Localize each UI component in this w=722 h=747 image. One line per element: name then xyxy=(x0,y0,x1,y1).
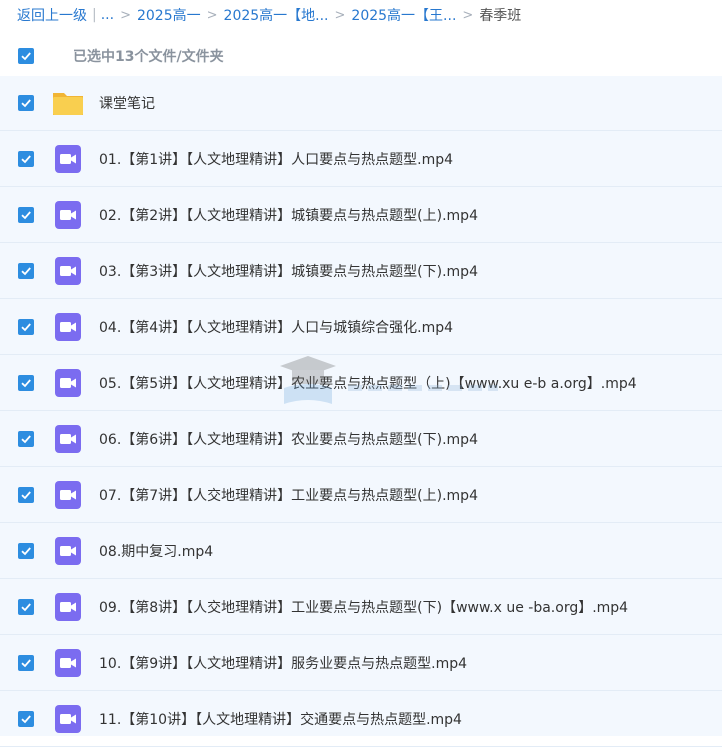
file-name[interactable]: 04.【第4讲】【人文地理精讲】人口与城镇综合强化.mp4 xyxy=(99,317,453,337)
row-checkbox[interactable] xyxy=(18,207,34,223)
selection-count: 已选中13个文件/文件夹 xyxy=(73,49,224,65)
row-checkbox[interactable] xyxy=(18,95,34,111)
folder-icon xyxy=(52,87,84,119)
breadcrumb-current: 春季班 xyxy=(479,8,522,24)
video-icon xyxy=(52,311,84,343)
row-checkbox[interactable] xyxy=(18,263,34,279)
video-icon xyxy=(52,535,84,567)
chevron-right-icon: > xyxy=(120,7,131,23)
video-icon xyxy=(52,143,84,175)
row-checkbox[interactable] xyxy=(18,375,34,391)
breadcrumb-divider: | xyxy=(92,7,97,23)
video-icon xyxy=(52,703,84,735)
chevron-right-icon: > xyxy=(206,7,218,23)
breadcrumb-item-3[interactable]: 2025高一【王... xyxy=(351,5,456,25)
file-name[interactable]: 05.【第5讲】【人文地理精讲】农业要点与热点题型（上)【www.xu e-b … xyxy=(99,373,637,393)
row-checkbox[interactable] xyxy=(18,151,34,167)
row-checkbox[interactable] xyxy=(18,431,34,447)
file-row[interactable]: 03.【第3讲】【人文地理精讲】城镇要点与热点题型(下).mp4 xyxy=(0,244,722,299)
row-checkbox[interactable] xyxy=(18,655,34,671)
file-name[interactable]: 08.期中复习.mp4 xyxy=(99,541,213,561)
file-name[interactable]: 01.【第1讲】【人文地理精讲】人口要点与热点题型.mp4 xyxy=(99,149,453,169)
file-row[interactable]: 02.【第2讲】【人文地理精讲】城镇要点与热点题型(上).mp4 xyxy=(0,188,722,243)
file-row[interactable]: 06.【第6讲】【人文地理精讲】农业要点与热点题型(下).mp4 xyxy=(0,412,722,467)
file-row[interactable]: 04.【第4讲】【人文地理精讲】人口与城镇综合强化.mp4 xyxy=(0,300,722,355)
chevron-right-icon: > xyxy=(334,7,346,23)
file-row[interactable]: 01.【第1讲】【人文地理精讲】人口要点与热点题型.mp4 xyxy=(0,132,722,187)
folder-row[interactable]: 课堂笔记 xyxy=(0,76,722,131)
file-name[interactable]: 10.【第9讲】【人文地理精讲】服务业要点与热点题型.mp4 xyxy=(99,653,467,673)
check-icon xyxy=(21,52,31,61)
file-name[interactable]: 11.【第10讲】【人文地理精讲】交通要点与热点题型.mp4 xyxy=(99,709,462,729)
file-name[interactable]: 09.【第8讲】【人交地理精讲】工业要点与热点题型(下)【www.x ue -b… xyxy=(99,597,628,617)
file-name[interactable]: 03.【第3讲】【人文地理精讲】城镇要点与热点题型(下).mp4 xyxy=(99,261,478,281)
file-row[interactable]: 11.【第10讲】【人文地理精讲】交通要点与热点题型.mp4 xyxy=(0,692,722,747)
file-row[interactable]: 10.【第9讲】【人文地理精讲】服务业要点与热点题型.mp4 xyxy=(0,636,722,691)
file-name[interactable]: 02.【第2讲】【人文地理精讲】城镇要点与热点题型(上).mp4 xyxy=(99,205,478,225)
file-row[interactable]: 05.【第5讲】【人文地理精讲】农业要点与热点题型（上)【www.xu e-b … xyxy=(0,356,722,411)
file-name[interactable]: 06.【第6讲】【人文地理精讲】农业要点与热点题型(下).mp4 xyxy=(99,429,478,449)
video-icon xyxy=(52,255,84,287)
file-list: 课堂笔记 01.【第1讲】【人文地理精讲】人口要点与热点题型.mp4 02.【第2讲… xyxy=(0,76,722,747)
selection-bar: 已选中13个文件/文件夹 xyxy=(0,38,722,74)
breadcrumb-item-1[interactable]: 2025高一 xyxy=(137,5,201,25)
video-icon xyxy=(52,199,84,231)
file-row[interactable]: 08.期中复习.mp4 xyxy=(0,524,722,579)
file-row[interactable]: 09.【第8讲】【人交地理精讲】工业要点与热点题型(下)【www.x ue -b… xyxy=(0,580,722,635)
breadcrumb-item-2[interactable]: 2025高一【地... xyxy=(224,5,329,25)
file-name[interactable]: 07.【第7讲】【人交地理精讲】工业要点与热点题型(上).mp4 xyxy=(99,485,478,505)
row-checkbox[interactable] xyxy=(18,599,34,615)
breadcrumb-ellipsis[interactable]: ... xyxy=(101,7,114,23)
chevron-right-icon: > xyxy=(462,7,474,23)
video-icon xyxy=(52,367,84,399)
video-icon xyxy=(52,647,84,679)
video-icon xyxy=(52,479,84,511)
row-checkbox[interactable] xyxy=(18,543,34,559)
breadcrumb: 返回上一级 | ... > 2025高一 > 2025高一【地... > 202… xyxy=(0,0,722,30)
select-all-checkbox[interactable] xyxy=(18,48,34,64)
row-checkbox[interactable] xyxy=(18,711,34,727)
video-icon xyxy=(52,591,84,623)
back-link[interactable]: 返回上一级 xyxy=(17,5,87,25)
row-checkbox[interactable] xyxy=(18,319,34,335)
video-icon xyxy=(52,423,84,455)
file-name[interactable]: 课堂笔记 xyxy=(99,93,155,113)
row-checkbox[interactable] xyxy=(18,487,34,503)
file-row[interactable]: 07.【第7讲】【人交地理精讲】工业要点与热点题型(上).mp4 xyxy=(0,468,722,523)
